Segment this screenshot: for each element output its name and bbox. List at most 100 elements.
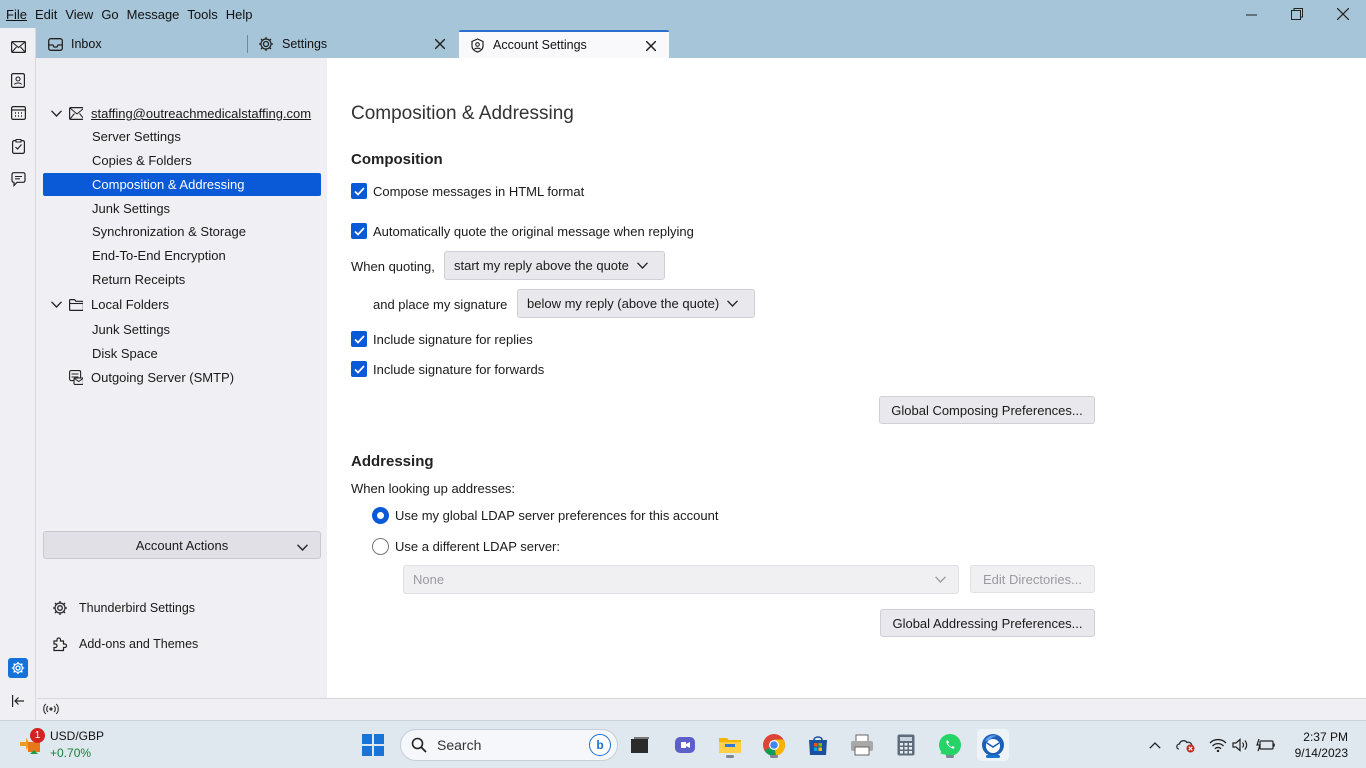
search-icon <box>411 737 427 753</box>
tab-settings[interactable]: Settings <box>248 30 458 58</box>
tree-copies-folders[interactable]: Copies & Folders <box>92 149 192 172</box>
space-mail[interactable] <box>8 37 28 57</box>
signature-replies-checkbox[interactable]: Include signature for replies <box>351 331 533 347</box>
running-indicator <box>770 755 778 758</box>
menu-file[interactable]: File <box>4 7 33 22</box>
addressing-heading: Addressing <box>351 453 434 470</box>
taskbar-teams[interactable] <box>669 729 701 761</box>
notification-badge: 1 <box>30 728 45 743</box>
restore-icon <box>1291 8 1303 20</box>
signature-position-select[interactable]: below my reply (above the quote) <box>517 289 755 318</box>
compose-html-checkbox[interactable]: Compose messages in HTML format <box>351 183 584 199</box>
collapse-left-icon <box>11 695 24 707</box>
widget-value: +0.70% <box>50 746 92 760</box>
windows-icon <box>362 734 384 756</box>
task-view-icon <box>631 737 649 753</box>
addons-themes-link[interactable]: Add-ons and Themes <box>51 633 198 655</box>
bing-icon[interactable]: b <box>589 734 611 756</box>
chevron-down-icon[interactable] <box>49 107 63 121</box>
tree-return-receipts[interactable]: Return Receipts <box>92 268 185 291</box>
global-addressing-preferences-button[interactable]: Global Addressing Preferences... <box>880 609 1095 637</box>
chevron-down-icon <box>296 539 309 554</box>
ldap-server-select[interactable]: None <box>403 565 959 594</box>
close-icon <box>1337 8 1349 20</box>
tree-junk-settings[interactable]: Junk Settings <box>92 197 170 220</box>
taskbar-file-explorer[interactable] <box>714 729 746 761</box>
menu-edit[interactable]: Edit <box>33 7 63 22</box>
spaces-toolbar <box>0 28 36 720</box>
menu-view[interactable]: View <box>63 7 99 22</box>
running-indicator <box>726 755 734 758</box>
tab-account-settings[interactable]: Account Settings <box>459 30 669 58</box>
mail-account-icon <box>69 107 83 121</box>
battery-tray[interactable] <box>1255 733 1277 757</box>
chevron-up-icon <box>1149 741 1161 749</box>
taskbar-thunderbird[interactable] <box>977 729 1009 761</box>
chevron-down-icon[interactable] <box>49 298 63 312</box>
system-clock[interactable]: 2:37 PM 9/14/2023 <box>1295 729 1348 761</box>
title-bar: File Edit View Go Message Tools Help Inb… <box>0 0 1366 58</box>
menu-help[interactable]: Help <box>224 7 259 22</box>
space-address-book[interactable] <box>8 70 28 90</box>
wifi-tray[interactable] <box>1207 733 1229 757</box>
volume-icon <box>1232 738 1248 752</box>
tree-server-settings[interactable]: Server Settings <box>92 125 181 148</box>
space-settings[interactable] <box>8 658 28 678</box>
quote-position-select[interactable]: start my reply above the quote <box>444 251 665 280</box>
online-status-icon[interactable] <box>43 702 59 719</box>
taskbar-store[interactable] <box>802 729 834 761</box>
global-ldap-radio[interactable]: Use my global LDAP server preferences fo… <box>372 507 718 524</box>
close-window-button[interactable] <box>1320 0 1366 28</box>
taskbar-printer[interactable] <box>846 729 878 761</box>
puzzle-icon <box>51 635 69 653</box>
running-indicator <box>986 755 1000 758</box>
tree-disk-space[interactable]: Disk Space <box>92 342 158 365</box>
menu-go[interactable]: Go <box>99 7 124 22</box>
tab-inbox[interactable]: Inbox <box>37 30 247 58</box>
global-composing-preferences-button[interactable]: Global Composing Preferences... <box>879 396 1095 424</box>
minimize-button[interactable] <box>1228 0 1274 28</box>
signature-forwards-checkbox[interactable]: Include signature for forwards <box>351 361 544 377</box>
space-chat[interactable] <box>8 169 28 189</box>
weather-widget[interactable]: 1 USD/GBP +0.70% <box>16 728 116 762</box>
printer-icon <box>851 734 873 756</box>
restore-button[interactable] <box>1274 0 1320 28</box>
minimize-icon <box>1245 14 1257 15</box>
chevron-down-icon <box>935 576 946 583</box>
different-ldap-radio[interactable]: Use a different LDAP server: <box>372 538 560 555</box>
collapse-spaces-button[interactable] <box>8 691 28 711</box>
menu-message[interactable]: Message <box>125 7 186 22</box>
battery-charging-icon <box>1256 738 1275 752</box>
outgoing-server-icon <box>69 370 83 385</box>
space-calendar[interactable] <box>8 103 28 123</box>
tree-local-junk-settings[interactable]: Junk Settings <box>92 318 170 341</box>
taskbar-whatsapp[interactable] <box>934 729 966 761</box>
tree-outgoing-server[interactable]: Outgoing Server (SMTP) <box>69 366 234 389</box>
chevron-down-icon <box>636 262 648 269</box>
space-tasks[interactable] <box>8 136 28 156</box>
edit-directories-button[interactable]: Edit Directories... <box>970 565 1095 593</box>
auto-quote-checkbox[interactable]: Automatically quote the original message… <box>351 223 694 239</box>
folder-icon <box>719 738 741 753</box>
tree-account[interactable]: staffing@outreachmedicalstaffing.com <box>49 102 327 125</box>
calculator-icon <box>897 734 915 756</box>
volume-tray[interactable] <box>1230 733 1252 757</box>
thunderbird-settings-link[interactable]: Thunderbird Settings <box>51 597 195 619</box>
tab-close-button[interactable] <box>643 38 659 54</box>
tree-e2e-encryption[interactable]: End-To-End Encryption <box>92 244 226 267</box>
taskbar-search[interactable]: Search b <box>400 729 618 761</box>
tree-sync-storage[interactable]: Synchronization & Storage <box>92 220 246 243</box>
tree-composition-addressing[interactable]: Composition & Addressing <box>43 173 321 196</box>
taskbar-calculator[interactable] <box>890 729 922 761</box>
menu-tools[interactable]: Tools <box>185 7 223 22</box>
start-button[interactable] <box>357 729 389 761</box>
account-actions-button[interactable]: Account Actions <box>43 531 321 559</box>
onedrive-tray[interactable] <box>1175 733 1197 757</box>
tab-close-button[interactable] <box>432 36 448 52</box>
running-indicator <box>946 755 954 758</box>
show-hidden-icons-button[interactable] <box>1144 733 1166 757</box>
tree-local-folders[interactable]: Local Folders <box>49 293 169 316</box>
taskbar-chrome[interactable] <box>758 729 790 761</box>
taskbar-task-view[interactable] <box>624 729 656 761</box>
gear-icon <box>11 661 25 675</box>
